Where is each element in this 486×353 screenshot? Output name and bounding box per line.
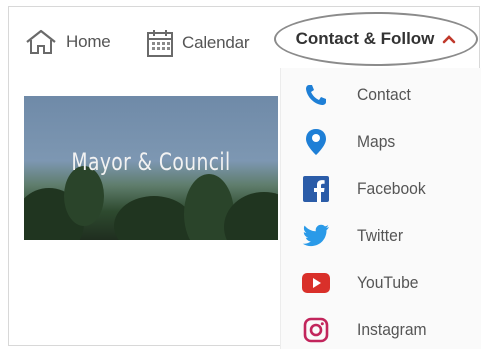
menu-item-label: YouTube xyxy=(357,273,419,292)
nav-calendar-label: Calendar xyxy=(182,33,250,52)
facebook-icon xyxy=(301,174,331,204)
contact-follow-button[interactable]: Contact & Follow xyxy=(274,12,478,66)
menu-item-label: Maps xyxy=(357,132,396,151)
twitter-icon xyxy=(301,221,331,251)
instagram-icon xyxy=(301,315,331,345)
nav-home-label: Home xyxy=(66,32,111,51)
map-pin-icon xyxy=(301,127,331,157)
contact-follow-dropdown: Contact Maps Facebook Twitter YouTube In… xyxy=(280,68,481,349)
highlight-ellipse xyxy=(274,12,478,66)
youtube-icon xyxy=(301,268,331,298)
menu-item-facebook[interactable]: Facebook xyxy=(281,166,481,212)
menu-item-instagram[interactable]: Instagram xyxy=(281,307,481,353)
menu-item-maps[interactable]: Maps xyxy=(281,119,481,165)
menu-item-youtube[interactable]: YouTube xyxy=(281,260,481,306)
hero-title: Mayor & Council xyxy=(71,148,231,176)
hero-banner[interactable]: Mayor & Council xyxy=(24,96,278,240)
menu-item-label: Contact xyxy=(357,85,411,104)
nav-home[interactable]: Home xyxy=(24,28,111,56)
phone-icon xyxy=(301,80,331,110)
calendar-icon xyxy=(147,30,173,57)
menu-item-label: Instagram xyxy=(357,320,427,339)
tree-shape xyxy=(114,196,194,240)
nav-calendar[interactable]: Calendar xyxy=(146,28,250,58)
top-nav: Home Calendar Contact & Follow xyxy=(18,12,478,68)
menu-item-contact[interactable]: Contact xyxy=(281,72,481,118)
menu-item-label: Facebook xyxy=(357,179,426,198)
menu-item-label: Twitter xyxy=(357,226,404,245)
home-icon xyxy=(26,29,56,54)
menu-item-twitter[interactable]: Twitter xyxy=(281,213,481,259)
